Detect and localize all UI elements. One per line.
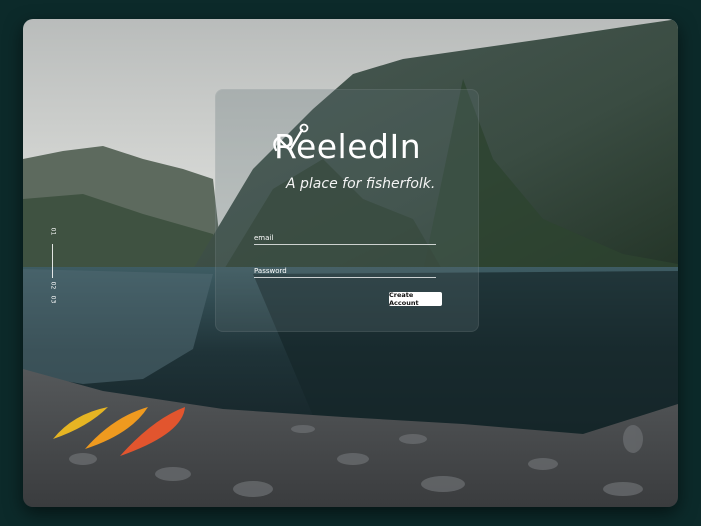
password-label: Password xyxy=(254,267,287,275)
email-field[interactable]: email xyxy=(254,230,436,245)
slide-pager: 01 02 03 xyxy=(47,224,59,306)
pager-divider xyxy=(52,244,53,278)
create-account-button[interactable]: Create Account xyxy=(389,291,442,307)
pager-second[interactable]: 02 xyxy=(50,280,57,292)
pager-current[interactable]: 01 xyxy=(50,226,57,238)
app-window: 01 02 03 ReeledIn A place for fisherfolk… xyxy=(23,19,678,507)
brand-name: ReeledIn xyxy=(274,127,422,166)
email-label: email xyxy=(254,234,274,242)
brand-tagline: A place for fisherfolk. xyxy=(286,176,436,192)
password-field[interactable]: Password xyxy=(254,263,436,278)
pager-third[interactable]: 03 xyxy=(50,294,57,306)
signup-panel: ReeledIn A place for fisherfolk. email P… xyxy=(215,89,479,332)
